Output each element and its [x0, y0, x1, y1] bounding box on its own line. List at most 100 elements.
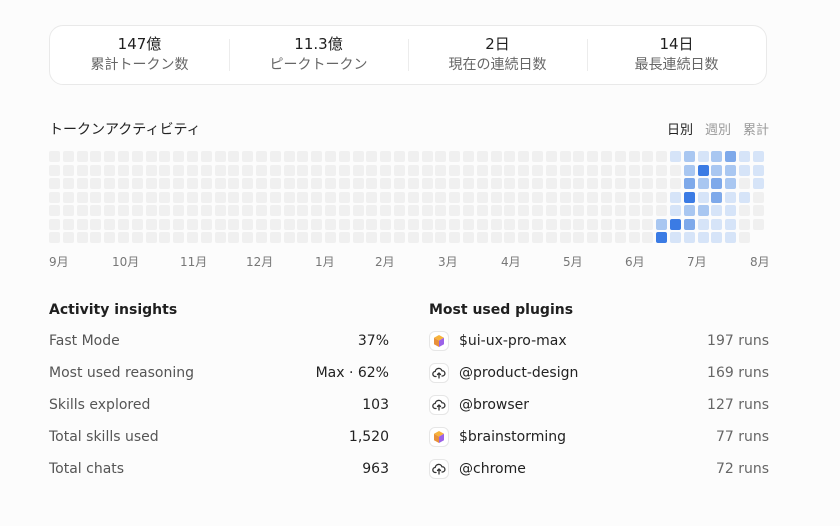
heatmap-cell[interactable] — [683, 164, 695, 176]
heatmap-cell[interactable] — [352, 164, 364, 176]
heatmap-cell[interactable] — [325, 191, 336, 203]
heatmap-cell[interactable] — [352, 151, 364, 162]
heatmap-cell[interactable] — [76, 178, 88, 189]
heatmap-cell[interactable] — [297, 191, 309, 203]
heatmap-cell[interactable] — [200, 151, 212, 162]
heatmap-cell[interactable] — [242, 191, 254, 203]
heatmap-cell[interactable] — [532, 205, 543, 216]
heatmap-cell[interactable] — [366, 205, 378, 216]
heatmap-cell[interactable] — [421, 164, 433, 176]
heatmap-cell[interactable] — [283, 151, 295, 162]
heatmap-cell[interactable] — [559, 164, 571, 176]
heatmap-cell[interactable] — [504, 191, 516, 203]
heatmap-cell[interactable] — [587, 151, 599, 162]
heatmap-cell[interactable] — [656, 191, 668, 203]
heatmap-cell[interactable] — [338, 178, 350, 189]
heatmap-cell[interactable] — [256, 232, 267, 243]
heatmap-cell[interactable] — [656, 164, 668, 176]
toggle-daily[interactable]: 日別 — [667, 119, 693, 138]
plugin-row[interactable]: @browser 127 runs — [429, 395, 769, 415]
heatmap-cell[interactable] — [131, 191, 143, 203]
heatmap-cell[interactable] — [670, 164, 681, 176]
heatmap-cell[interactable] — [476, 218, 488, 230]
heatmap-cell[interactable] — [490, 191, 502, 203]
heatmap-cell[interactable] — [642, 178, 654, 189]
heatmap-cell[interactable] — [242, 164, 254, 176]
heatmap-cell[interactable] — [504, 232, 516, 243]
heatmap-cell[interactable] — [118, 164, 129, 176]
heatmap-cell[interactable] — [725, 191, 737, 203]
heatmap-cell[interactable] — [269, 218, 281, 230]
heatmap-cell[interactable] — [145, 164, 157, 176]
heatmap-cell[interactable] — [642, 232, 654, 243]
heatmap-cell[interactable] — [366, 151, 378, 162]
heatmap-cell[interactable] — [325, 178, 336, 189]
heatmap-cell[interactable] — [573, 178, 585, 189]
heatmap-cell[interactable] — [62, 218, 74, 230]
heatmap-cell[interactable] — [518, 164, 530, 176]
heatmap-cell[interactable] — [62, 164, 74, 176]
heatmap-cell[interactable] — [352, 232, 364, 243]
heatmap-cell[interactable] — [118, 232, 129, 243]
heatmap-cell[interactable] — [601, 205, 612, 216]
heatmap-cell[interactable] — [463, 178, 474, 189]
heatmap-cell[interactable] — [670, 178, 681, 189]
heatmap-cell[interactable] — [421, 232, 433, 243]
heatmap-cell[interactable] — [656, 151, 668, 162]
heatmap-cell[interactable] — [504, 151, 516, 162]
heatmap-cell[interactable] — [725, 232, 737, 243]
heatmap-cell[interactable] — [49, 151, 60, 162]
heatmap-cell[interactable] — [463, 164, 474, 176]
heatmap-cell[interactable] — [670, 151, 681, 162]
heatmap-cell[interactable] — [76, 164, 88, 176]
heatmap-cell[interactable] — [380, 232, 392, 243]
heatmap-cell[interactable] — [490, 218, 502, 230]
plugin-row[interactable]: $ui-ux-pro-max 197 runs — [429, 331, 769, 351]
heatmap-cell[interactable] — [490, 205, 502, 216]
heatmap-cell[interactable] — [311, 232, 323, 243]
heatmap-cell[interactable] — [297, 205, 309, 216]
heatmap-cell[interactable] — [269, 164, 281, 176]
heatmap-cell[interactable] — [711, 178, 723, 189]
heatmap-cell[interactable] — [214, 218, 226, 230]
heatmap-cell[interactable] — [118, 205, 129, 216]
heatmap-cell[interactable] — [601, 164, 612, 176]
heatmap-cell[interactable] — [159, 205, 171, 216]
heatmap-cell[interactable] — [311, 191, 323, 203]
heatmap-cell[interactable] — [200, 178, 212, 189]
heatmap-cell[interactable] — [435, 178, 447, 189]
heatmap-cell[interactable] — [476, 178, 488, 189]
heatmap-cell[interactable] — [62, 151, 74, 162]
heatmap-cell[interactable] — [76, 191, 88, 203]
heatmap-cell[interactable] — [338, 205, 350, 216]
heatmap-cell[interactable] — [380, 178, 392, 189]
heatmap-cell[interactable] — [559, 178, 571, 189]
heatmap-cell[interactable] — [228, 151, 240, 162]
heatmap-cell[interactable] — [601, 232, 612, 243]
heatmap-cell[interactable] — [752, 191, 764, 203]
heatmap-cell[interactable] — [256, 205, 267, 216]
heatmap-cell[interactable] — [725, 205, 737, 216]
heatmap-cell[interactable] — [711, 205, 723, 216]
heatmap-cell[interactable] — [283, 218, 295, 230]
heatmap-cell[interactable] — [90, 191, 102, 203]
heatmap-cell[interactable] — [711, 151, 723, 162]
heatmap-cell[interactable] — [628, 232, 640, 243]
heatmap-cell[interactable] — [628, 151, 640, 162]
heatmap-cell[interactable] — [256, 218, 267, 230]
heatmap-cell[interactable] — [131, 205, 143, 216]
heatmap-cell[interactable] — [476, 164, 488, 176]
heatmap-cell[interactable] — [394, 205, 405, 216]
heatmap-cell[interactable] — [145, 191, 157, 203]
heatmap-cell[interactable] — [683, 232, 695, 243]
heatmap-cell[interactable] — [242, 151, 254, 162]
heatmap-cell[interactable] — [297, 218, 309, 230]
heatmap-cell[interactable] — [463, 218, 474, 230]
heatmap-cell[interactable] — [711, 218, 723, 230]
toggle-weekly[interactable]: 週別 — [705, 119, 731, 138]
heatmap-cell[interactable] — [90, 205, 102, 216]
heatmap-cell[interactable] — [642, 151, 654, 162]
heatmap-cell[interactable] — [49, 232, 60, 243]
heatmap-cell[interactable] — [338, 218, 350, 230]
heatmap-cell[interactable] — [131, 164, 143, 176]
